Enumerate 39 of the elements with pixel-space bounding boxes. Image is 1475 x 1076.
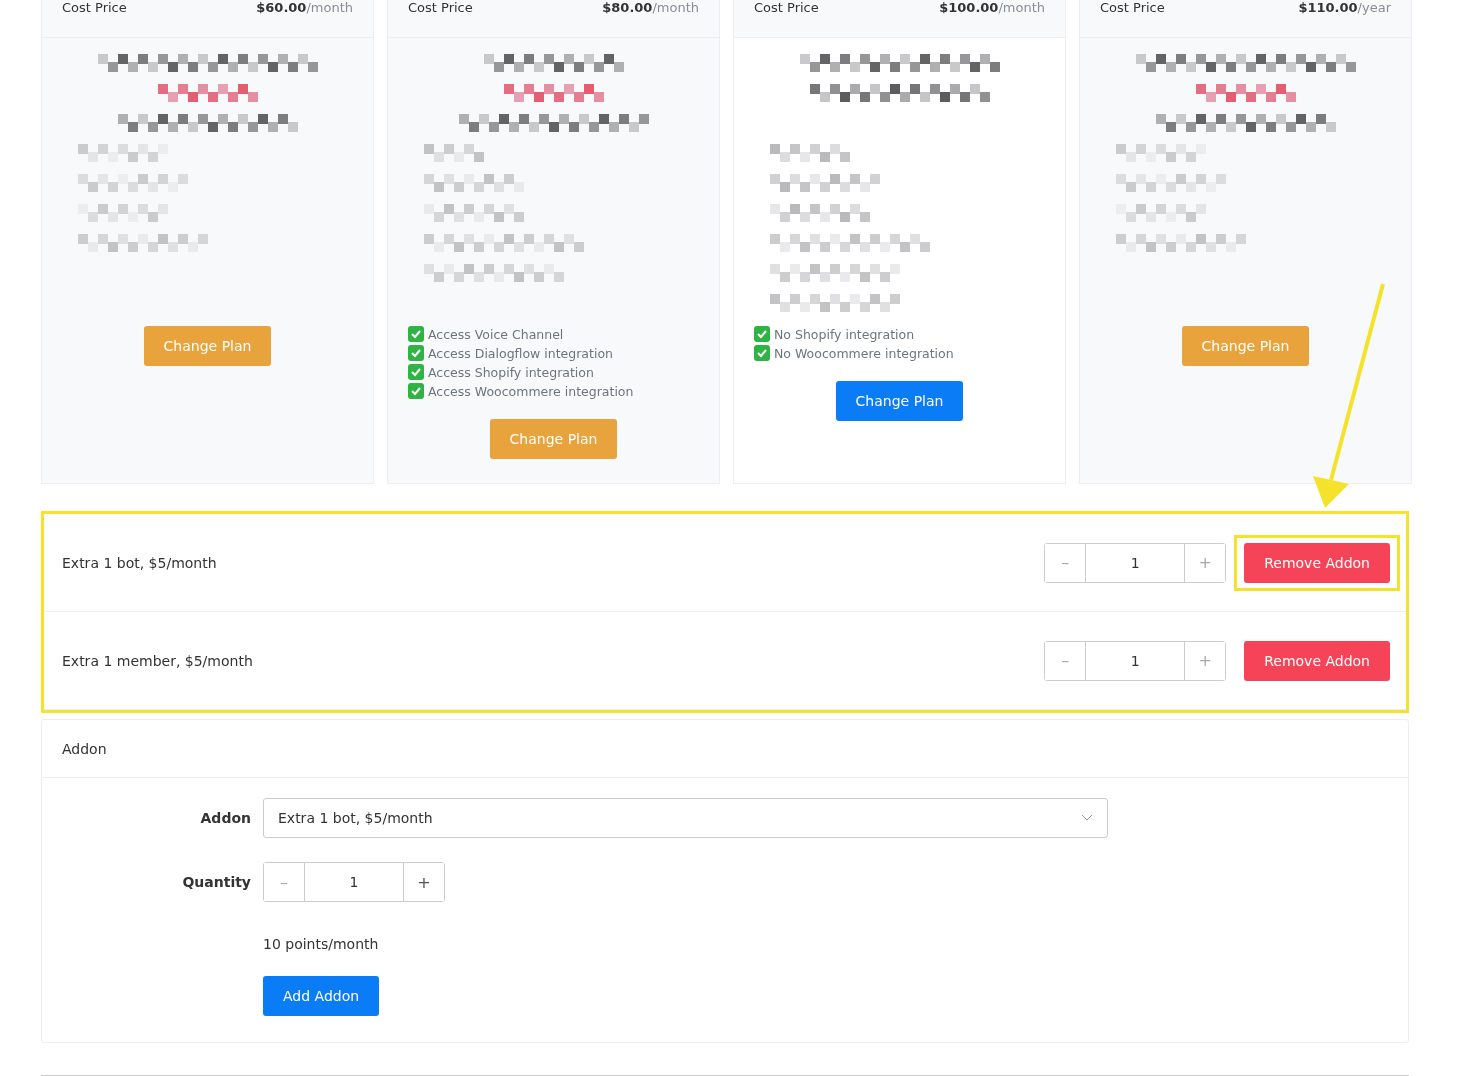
plan-price: $100.00 (939, 0, 999, 16)
feature-text: No Woocommere integration (774, 345, 954, 361)
remove-addon-button[interactable]: Remove Addon (1244, 640, 1390, 681)
change-plan-button[interactable]: Change Plan (1181, 326, 1310, 366)
add-addon-button[interactable]: Add Addon (263, 976, 380, 1016)
quantity-stepper[interactable]: – 1 + (1044, 640, 1227, 681)
points-note: 10 points/month (263, 936, 380, 952)
feature-text: Access Shopify integration (428, 364, 594, 380)
quantity-stepper[interactable]: – 1 + (263, 862, 445, 902)
quantity-label: Quantity (181, 874, 251, 890)
addon-name: Extra 1 member, $5/month (62, 652, 254, 669)
quantity-stepper[interactable]: – 1 + (1044, 542, 1227, 583)
price-period: /year (1357, 0, 1391, 16)
price-period: /month (306, 0, 353, 16)
plan-price: $60.00 (256, 0, 307, 16)
feature-text: Access Voice Channel (428, 326, 564, 342)
price-period: /month (652, 0, 699, 16)
plan-price: $110.00 (1298, 0, 1358, 16)
quantity-field[interactable]: 1 (1085, 641, 1186, 680)
change-plan-button[interactable]: Change Plan (143, 326, 272, 366)
chevron-down-icon (1081, 814, 1093, 822)
feature-text: Access Woocommere integration (428, 383, 634, 399)
addon-label: Addon (199, 810, 251, 826)
cost-label: Cost Price (408, 0, 473, 17)
cost-label: Cost Price (754, 0, 819, 17)
plan-price: $80.00 (602, 0, 653, 16)
addon-select[interactable]: Extra 1 bot, $5/month (263, 798, 1108, 838)
change-plan-button[interactable]: Change Plan (835, 381, 964, 421)
change-plan-button[interactable]: Change Plan (489, 419, 618, 459)
quantity-field[interactable]: 1 (304, 863, 404, 901)
remove-addon-button[interactable]: Remove Addon (1244, 542, 1390, 583)
quantity-field[interactable]: 1 (1085, 543, 1186, 582)
feature-text: Access Dialogflow integration (428, 345, 613, 361)
feature-text: No Shopify integration (774, 326, 915, 342)
cost-label: Cost Price (62, 0, 127, 17)
cost-label: Cost Price (1100, 0, 1165, 17)
panel-title: Addon (62, 740, 107, 757)
price-period: /month (998, 0, 1045, 16)
addon-name: Extra 1 bot, $5/month (62, 554, 218, 571)
